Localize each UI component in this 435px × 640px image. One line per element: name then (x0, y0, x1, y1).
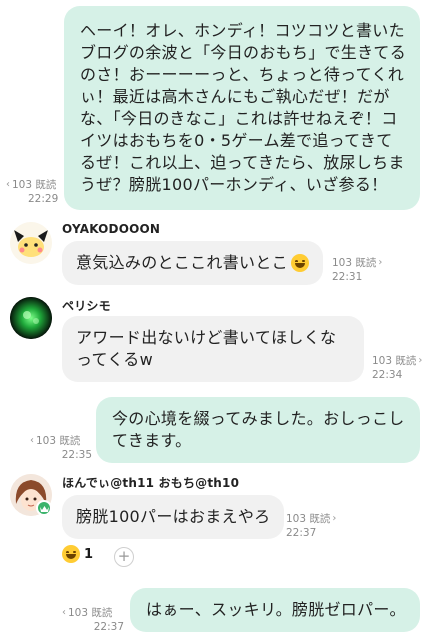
chevron-right-icon: › (378, 257, 383, 268)
chevron-right-icon: › (418, 355, 423, 366)
read-receipt[interactable]: 103 既読 › (286, 512, 336, 526)
read-count: 103 既読 (68, 607, 113, 619)
avatar[interactable] (10, 222, 52, 264)
read-receipt[interactable]: ‹ 103 既読 (30, 434, 92, 448)
chevron-right-icon: › (332, 513, 337, 524)
read-receipt[interactable]: ‹ 103 既読 (6, 178, 58, 192)
reaction-chip[interactable]: 1 (62, 545, 93, 563)
message-text: 意気込みのとここれ書いとこ (76, 253, 288, 272)
message-text: はぁー、スッキリ。膀胱ゼロパー。 (146, 600, 406, 619)
timestamp: 22:31 (332, 271, 363, 283)
message-meta: ‹ 103 既読 22:35 (30, 434, 92, 462)
read-count: 103 既読 (372, 355, 417, 367)
read-receipt[interactable]: 103 既読 › (332, 256, 382, 270)
message-text: 膀胱100パーはおまえやろ (76, 507, 271, 526)
timestamp: 22:37 (286, 527, 317, 539)
grinning-squint-face-icon (62, 545, 80, 563)
incoming-message-bubble[interactable]: 膀胱100パーはおまえやろ (62, 495, 285, 539)
message-text: アワード出ないけど書いてほしくなってくるw (76, 328, 337, 369)
timestamp: 22:34 (372, 369, 403, 381)
grinning-face-icon (290, 254, 309, 272)
timestamp: 22:29 (28, 193, 59, 205)
read-count: 103 既読 (12, 179, 57, 191)
outgoing-message-bubble[interactable]: 今の心境を綴ってみました。おしっこしてきます。 (96, 397, 420, 463)
incoming-message-bubble[interactable]: アワード出ないけど書いてほしくなってくるw (62, 316, 364, 382)
message-text: ヘーイ！オレ、ホンディ！コツコツと書いたブログの余波と「今日のおもち」で生きてる… (80, 21, 407, 194)
read-receipt[interactable]: ‹ 103 既読 (62, 606, 124, 620)
message-meta: ‹ 103 既読 22:37 (62, 606, 124, 634)
chevron-left-icon: ‹ (30, 435, 34, 446)
sender-name: ペリシモ (62, 299, 111, 313)
message-meta: 103 既読 › 22:34 (372, 354, 422, 382)
avatar[interactable] (10, 297, 52, 339)
sender-name: OYAKODOOON (62, 222, 161, 236)
read-count: 103 既読 (286, 513, 331, 525)
timestamp: 22:37 (93, 621, 124, 633)
message-meta: 103 既読 › 22:37 (286, 512, 336, 540)
message-text: 今の心境を綴ってみました。おしっこしてきます。 (112, 409, 405, 450)
timestamp: 22:35 (61, 449, 92, 461)
read-receipt[interactable]: 103 既読 › (372, 354, 422, 368)
chevron-left-icon: ‹ (6, 179, 10, 190)
cartoon-character-avatar (10, 222, 52, 264)
sender-name: ほんでぃ@th11 おもち@th10 (62, 476, 240, 490)
read-count: 103 既読 (332, 257, 377, 269)
message-meta: 103 既読 › 22:31 (332, 256, 382, 284)
plus-icon[interactable]: + (114, 547, 134, 567)
green-glow-avatar (10, 297, 52, 339)
read-count: 103 既読 (36, 435, 81, 447)
message-meta: ‹ 103 既読 22:29 (6, 178, 58, 206)
outgoing-message-bubble[interactable]: ヘーイ！オレ、ホンディ！コツコツと書いたブログの余波と「今日のおもち」で生きてる… (64, 6, 420, 210)
outgoing-message-bubble[interactable]: はぁー、スッキリ。膀胱ゼロパー。 (130, 588, 420, 632)
reaction-count: 1 (84, 546, 94, 562)
incoming-message-bubble[interactable]: 意気込みのとここれ書いとこ (62, 241, 323, 285)
chevron-left-icon: ‹ (62, 607, 66, 618)
verified-badge-icon (36, 500, 52, 516)
